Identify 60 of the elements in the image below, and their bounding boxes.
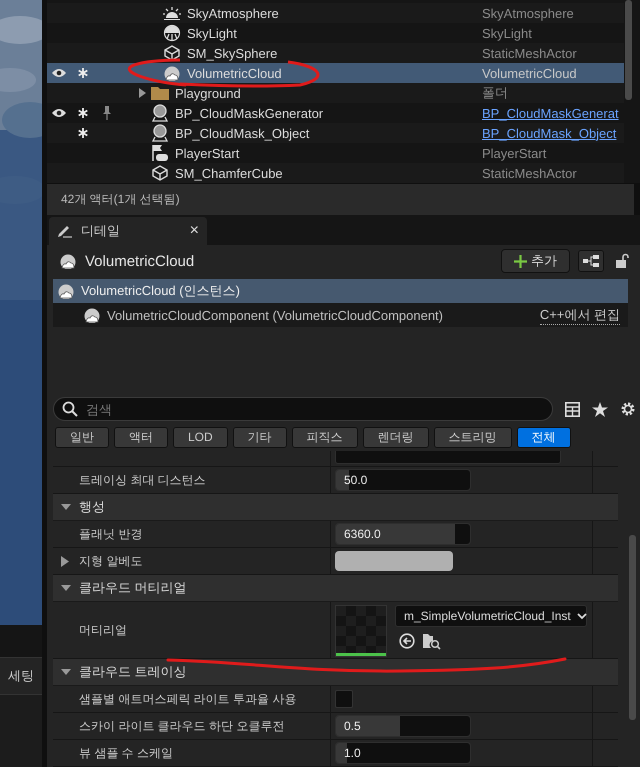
filter-tab[interactable]: LOD [173, 426, 228, 448]
actor-type: 폴더 [482, 84, 509, 102]
actor-name: Playground [175, 86, 241, 100]
filter-tab[interactable]: 스트리밍 [434, 426, 512, 448]
search-field[interactable]: 검색 [53, 397, 553, 421]
outliner-row[interactable]: VolumetricCloud VolumetricCloud [47, 63, 624, 83]
property-label: 샘플별 애트머스페릭 라이트 투과율 사용 [79, 690, 296, 708]
property-label: 뷰 샘플 수 스케일 [79, 744, 174, 762]
outliner-row[interactable]: SkyAtmosphere SkyAtmosphere [47, 3, 624, 23]
actor-type: SkyLight [482, 26, 533, 40]
actor-name: BP_CloudMask_Object [175, 126, 310, 140]
close-button[interactable]: × [190, 222, 199, 240]
outliner-row[interactable]: SM_ChamferCube StaticMeshActor [47, 163, 624, 183]
edit-in-cpp-link[interactable]: C++에서 편집 [540, 306, 620, 324]
settings-tab[interactable]: 세팅 [0, 657, 42, 695]
actor-name: SkyLight [187, 26, 237, 40]
actor-name: SkyAtmosphere [187, 6, 279, 20]
component-name: VolumetricCloudComponent (VolumetricCloudComponent) [107, 308, 444, 322]
filter-tab[interactable]: 기타 [232, 426, 287, 448]
number-field[interactable]: 1.0 [335, 742, 471, 764]
search-input[interactable]: 검색 [84, 400, 544, 418]
property-label: 트레이싱 최대 디스턴스 [79, 472, 206, 488]
actor-title: VolumetricCloud [85, 252, 196, 270]
component-item[interactable]: VolumetricCloudComponent (VolumetricCloudComponent) C++에서 편집 [53, 303, 628, 327]
actor-name: SM_ChamferCube [175, 166, 283, 180]
filter-tab[interactable]: 피직스 [292, 426, 358, 448]
actor-count-text: 42개 액터(1개 선택됨) [61, 191, 180, 208]
component-name: VolumetricCloud (인스턴스) [81, 282, 241, 300]
outliner-row[interactable]: Playground 폴더 [47, 83, 624, 103]
property-label: 지형 알베도 [79, 552, 142, 570]
number-field[interactable]: 50.0 [335, 469, 471, 491]
actor-name: VolumetricCloud [187, 66, 282, 80]
actor-name: PlayerStart [175, 146, 240, 160]
category-header[interactable]: 행성 [53, 494, 618, 521]
actor-type[interactable]: BP_CloudMask_Object [482, 126, 624, 140]
filter-tab[interactable]: 일반 [55, 426, 109, 448]
outliner-row[interactable]: SM_SkySphere StaticMeshActor [47, 43, 624, 63]
actor-type: VolumetricCloud [482, 66, 578, 80]
filter-tab[interactable]: 렌더링 [362, 426, 429, 448]
category-header[interactable]: 클라우드 트레이싱 [53, 659, 618, 686]
category-header[interactable]: 클라우드 머티리얼 [53, 575, 618, 602]
property-label: 스카이 라이트 클라우드 하단 오클루전 [79, 718, 284, 734]
filter-tab[interactable]: 액터 [114, 426, 168, 448]
actor-name: SM_SkySphere [187, 46, 278, 60]
component-item[interactable]: VolumetricCloud (인스턴스) [53, 279, 628, 303]
actor-type: StaticMeshActor [482, 46, 578, 60]
number-field[interactable]: 6360.0 [335, 523, 471, 545]
material-dropdown[interactable]: m_SimpleVolumetricCloud_Inst [395, 605, 587, 627]
outliner-row[interactable]: BP_CloudMask_Object BP_CloudMask_Object [47, 123, 624, 143]
property-label: 플래닛 반경 [79, 526, 142, 542]
actor-type: PlayerStart [482, 146, 548, 160]
filter-tab[interactable]: 전체 [516, 426, 571, 448]
number-field[interactable]: 0.5 [335, 715, 471, 737]
property-label: 머티리얼 [79, 622, 127, 638]
add-button[interactable]: 추가 [501, 249, 570, 273]
actor-name: BP_CloudMaskGenerator [175, 106, 324, 120]
details-tab[interactable]: 디테일 × [49, 217, 207, 245]
actor-type: SkyAtmosphere [482, 6, 575, 20]
actor-type[interactable]: BP_CloudMaskGenerat [482, 106, 624, 120]
actor-type: StaticMeshActor [482, 166, 578, 180]
